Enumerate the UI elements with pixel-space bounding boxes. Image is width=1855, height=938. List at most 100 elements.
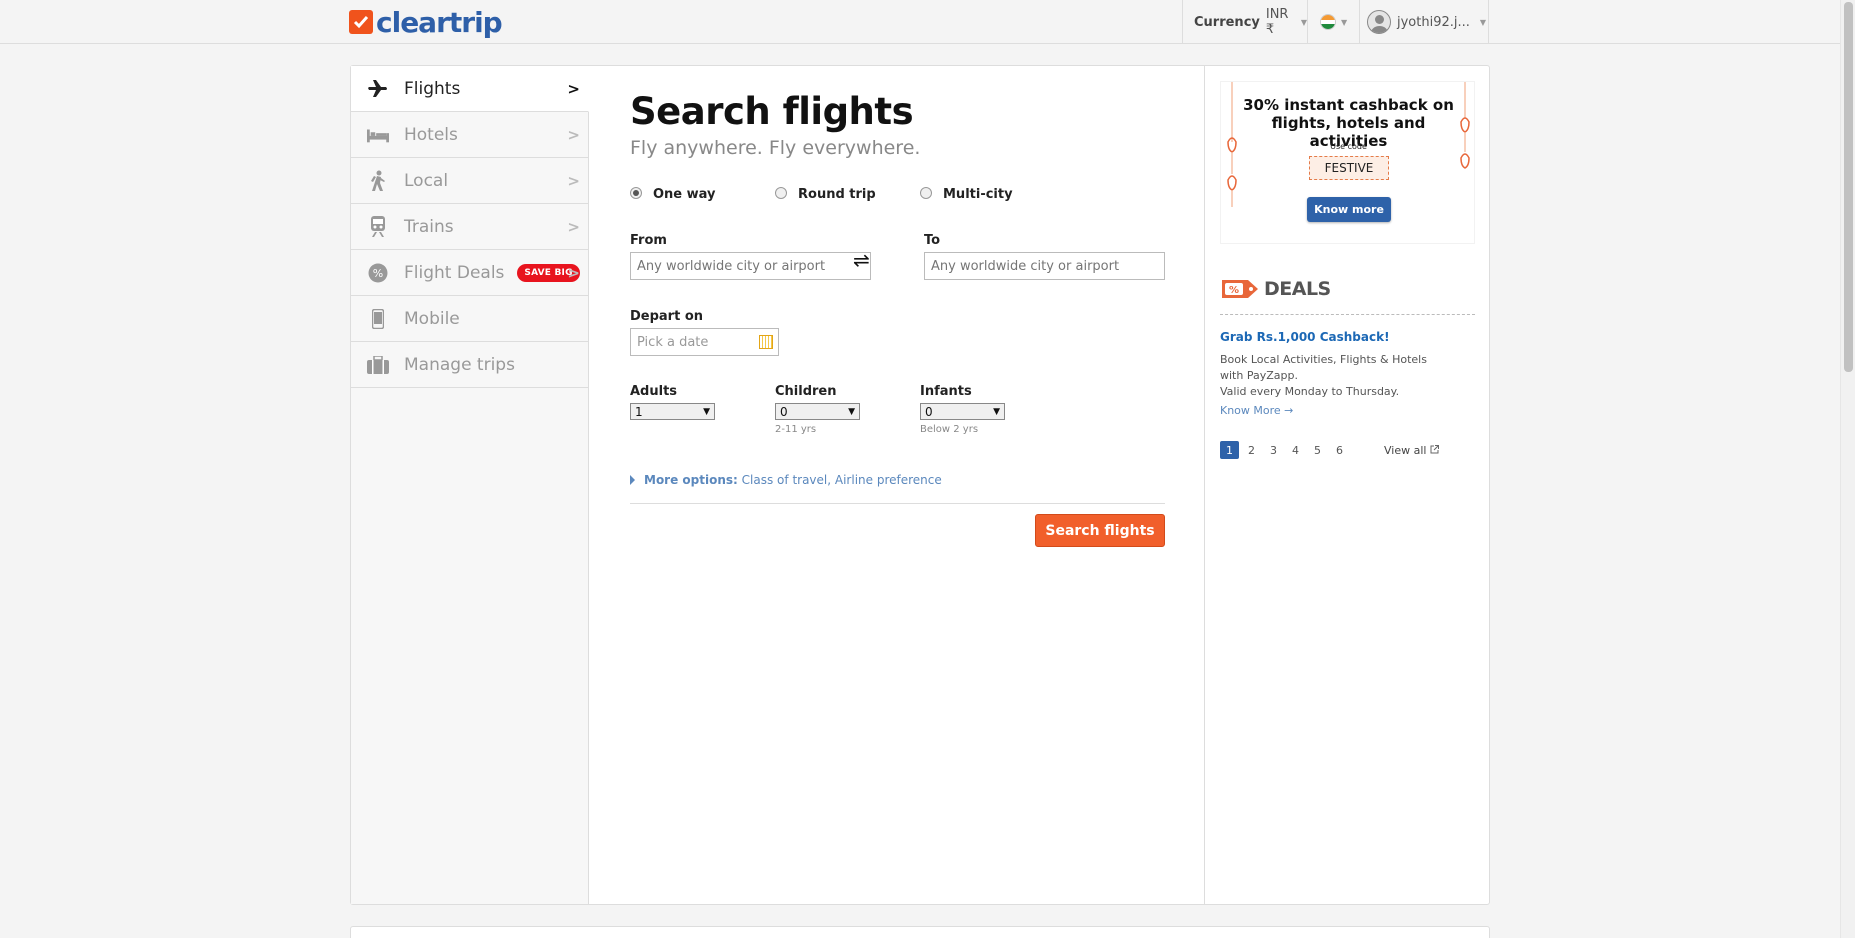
nav-label: Manage trips <box>404 354 515 375</box>
country-selector[interactable]: ▼ <box>1307 0 1359 44</box>
radio-one-way[interactable]: One way <box>630 186 775 202</box>
nav-item-flight-deals[interactable]: % Flight Deals SAVE BIG > <box>351 250 588 296</box>
lower-panel <box>350 926 1490 938</box>
divider <box>630 503 1165 504</box>
swap-icon[interactable]: ⇌ <box>853 248 870 272</box>
radio-round-trip[interactable]: Round trip <box>775 186 920 202</box>
currency-label: Currency <box>1194 14 1260 30</box>
user-menu[interactable]: jyothi92.j... ▼ <box>1359 0 1489 44</box>
to-label: To <box>924 233 941 248</box>
from-label: From <box>630 233 667 248</box>
vertical-scrollbar[interactable] <box>1840 0 1855 938</box>
radio-button[interactable] <box>630 186 642 199</box>
page-5-button[interactable]: 5 <box>1308 441 1327 459</box>
radio-label: Multi-city <box>943 187 1013 202</box>
radio-multi-city[interactable]: Multi-city <box>920 186 1013 202</box>
children-select[interactable]: 0 ▼ <box>775 403 860 420</box>
nav-label: Mobile <box>404 308 460 329</box>
children-value: 0 <box>780 404 788 419</box>
airplane-icon <box>367 78 389 100</box>
percent-badge-icon: % <box>367 262 389 284</box>
checkmark-icon <box>349 10 373 34</box>
deal-desc-line: Valid every Monday to Thursday. <box>1220 385 1400 398</box>
trip-type-group: One way Round trip Multi-city <box>630 186 1013 202</box>
external-link-icon <box>1430 445 1439 454</box>
nav-label: Local <box>404 170 449 191</box>
page-tagline: Fly anywhere. Fly everywhere. <box>630 137 921 159</box>
cleartrip-logo[interactable]: cleartrip <box>349 5 503 39</box>
depart-date-field[interactable]: Pick a date <box>630 328 779 356</box>
depart-placeholder: Pick a date <box>637 335 709 350</box>
view-all-label: View all <box>1384 444 1427 457</box>
nav-label: Flight Deals <box>404 262 505 283</box>
page-4-button[interactable]: 4 <box>1286 441 1305 459</box>
nav-item-hotels[interactable]: Hotels > <box>351 112 588 158</box>
chevron-right-icon: > <box>567 264 580 282</box>
depart-label: Depart on <box>630 309 704 324</box>
adults-select[interactable]: 1 ▼ <box>630 403 715 420</box>
chevron-down-icon: ▼ <box>1341 17 1348 27</box>
radio-button[interactable] <box>775 186 787 199</box>
radio-label: Round trip <box>798 187 876 202</box>
scrollbar-thumb[interactable] <box>1844 2 1853 372</box>
infants-select[interactable]: 0 ▼ <box>920 403 1005 420</box>
nav-item-local[interactable]: Local > <box>351 158 588 204</box>
to-input[interactable] <box>924 252 1165 280</box>
search-flights-button[interactable]: Search flights <box>1035 514 1165 547</box>
avatar <box>1367 10 1391 34</box>
chevron-right-icon: > <box>567 172 580 190</box>
deal-desc-line: with PayZapp. <box>1220 369 1298 382</box>
deal-tag-symbol: % <box>1229 285 1239 296</box>
nav-label: Flights <box>404 78 461 99</box>
mobile-phone-icon <box>367 308 389 330</box>
from-input[interactable] <box>630 252 871 280</box>
more-options-link[interactable]: More options: Class of travel, Airline p… <box>630 473 942 487</box>
infants-label: Infants <box>920 384 972 399</box>
promo-code: FESTIVE <box>1309 156 1389 180</box>
adults-value: 1 <box>635 404 643 419</box>
deals-heading: % DEALS <box>1220 278 1331 300</box>
deal-title-link[interactable]: Grab Rs.1,000 Cashback! <box>1220 330 1390 344</box>
currency-value: INR ₹ <box>1265 7 1289 37</box>
adults-label: Adults <box>630 384 678 399</box>
deal-tag-icon: % <box>1222 280 1258 298</box>
deals-sidebar: 30% instant cashback on flights, hotels … <box>1205 66 1490 904</box>
deals-title: DEALS <box>1264 278 1331 300</box>
suitcase-icon <box>367 354 389 376</box>
triangle-right-icon <box>630 475 635 485</box>
page-2-button[interactable]: 2 <box>1242 441 1261 459</box>
more-options-detail: Class of travel, Airline preference <box>741 473 942 487</box>
page-3-button[interactable]: 3 <box>1264 441 1283 459</box>
know-more-button[interactable]: Know more <box>1307 197 1391 222</box>
chevron-down-icon: ▼ <box>1479 17 1487 27</box>
nav-item-trains[interactable]: Trains > <box>351 204 588 250</box>
deal-know-more-link[interactable]: Know More → <box>1220 404 1293 417</box>
divider <box>1220 314 1475 315</box>
page-title: Search flights <box>630 90 914 133</box>
chevron-right-icon: > <box>567 80 580 98</box>
bed-icon <box>367 124 389 146</box>
more-options-label: More options: <box>644 473 738 487</box>
calendar-icon[interactable] <box>759 335 773 349</box>
nav-item-mobile[interactable]: Mobile <box>351 296 588 342</box>
chevron-right-icon: > <box>567 126 580 144</box>
view-all-link[interactable]: View all <box>1384 444 1439 457</box>
deal-desc-line: Book Local Activities, Flights & Hotels <box>1220 353 1427 366</box>
deal-description: Book Local Activities, Flights & Hotels … <box>1220 352 1470 400</box>
children-hint: 2-11 yrs <box>775 424 817 435</box>
children-label: Children <box>775 384 837 399</box>
page-6-button[interactable]: 6 <box>1330 441 1349 459</box>
cashback-promo-banner[interactable]: 30% instant cashback on flights, hotels … <box>1220 81 1475 244</box>
radio-button[interactable] <box>920 186 932 199</box>
flight-search-form: Search flights Fly anywhere. Fly everywh… <box>589 66 1205 904</box>
dropdown-arrow-icon: ▼ <box>848 406 855 417</box>
page-1-button[interactable]: 1 <box>1220 441 1239 459</box>
dropdown-arrow-icon: ▼ <box>993 406 1000 417</box>
nav-item-flights[interactable]: Flights > <box>351 66 589 112</box>
nav-label: Hotels <box>404 124 458 145</box>
chevron-right-icon: > <box>567 218 580 236</box>
user-name: jyothi92.j... <box>1397 14 1470 30</box>
brand-name: cleartrip <box>376 5 503 39</box>
currency-selector[interactable]: Currency INR ₹ ▼ <box>1182 0 1307 44</box>
nav-item-manage-trips[interactable]: Manage trips <box>351 342 588 388</box>
